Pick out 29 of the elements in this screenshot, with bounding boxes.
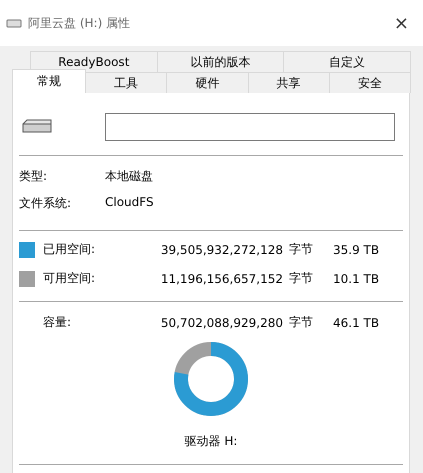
tab[interactable]: 安全 bbox=[328, 72, 411, 93]
byte-count: 11,196,156,657,152 bbox=[160, 272, 284, 286]
info-label: 类型: bbox=[19, 168, 48, 185]
info-value: 本地磁盘 bbox=[105, 168, 154, 185]
window-title: 阿里云盘 (H:) 属性 bbox=[28, 14, 132, 32]
drive-label: 驱动器 H: bbox=[184, 434, 238, 448]
byte-count: 50,702,088,929,280 bbox=[160, 316, 284, 330]
byte-unit: 字节 bbox=[289, 314, 314, 331]
name-field[interactable] bbox=[105, 113, 395, 141]
tab[interactable]: 常规 bbox=[12, 69, 86, 93]
space-label: 已用空间: bbox=[43, 241, 96, 258]
byte-count: 39,505,932,272,128 bbox=[160, 242, 284, 256]
tab[interactable]: 共享 bbox=[248, 72, 330, 93]
capacity-label: 容量: bbox=[43, 314, 72, 331]
drive-icon bbox=[6, 18, 22, 28]
info-value: CloudFS bbox=[105, 195, 155, 211]
info-label: 文件系统: bbox=[19, 195, 72, 212]
tab[interactable]: 工具 bbox=[85, 72, 168, 93]
tab[interactable]: 硬件 bbox=[166, 72, 248, 93]
drive-icon bbox=[21, 119, 53, 135]
size-value: 46.1 TB bbox=[333, 316, 380, 330]
space-label: 可用空间: bbox=[43, 270, 96, 287]
close-button[interactable]: × bbox=[390, 12, 413, 34]
byte-unit: 字节 bbox=[289, 270, 314, 287]
size-value: 10.1 TB bbox=[333, 272, 380, 286]
tab[interactable]: ReadyBoost bbox=[30, 51, 158, 72]
byte-unit: 字节 bbox=[289, 241, 314, 258]
tab[interactable]: 自定义 bbox=[283, 51, 412, 72]
size-value: 35.9 TB bbox=[333, 242, 380, 256]
